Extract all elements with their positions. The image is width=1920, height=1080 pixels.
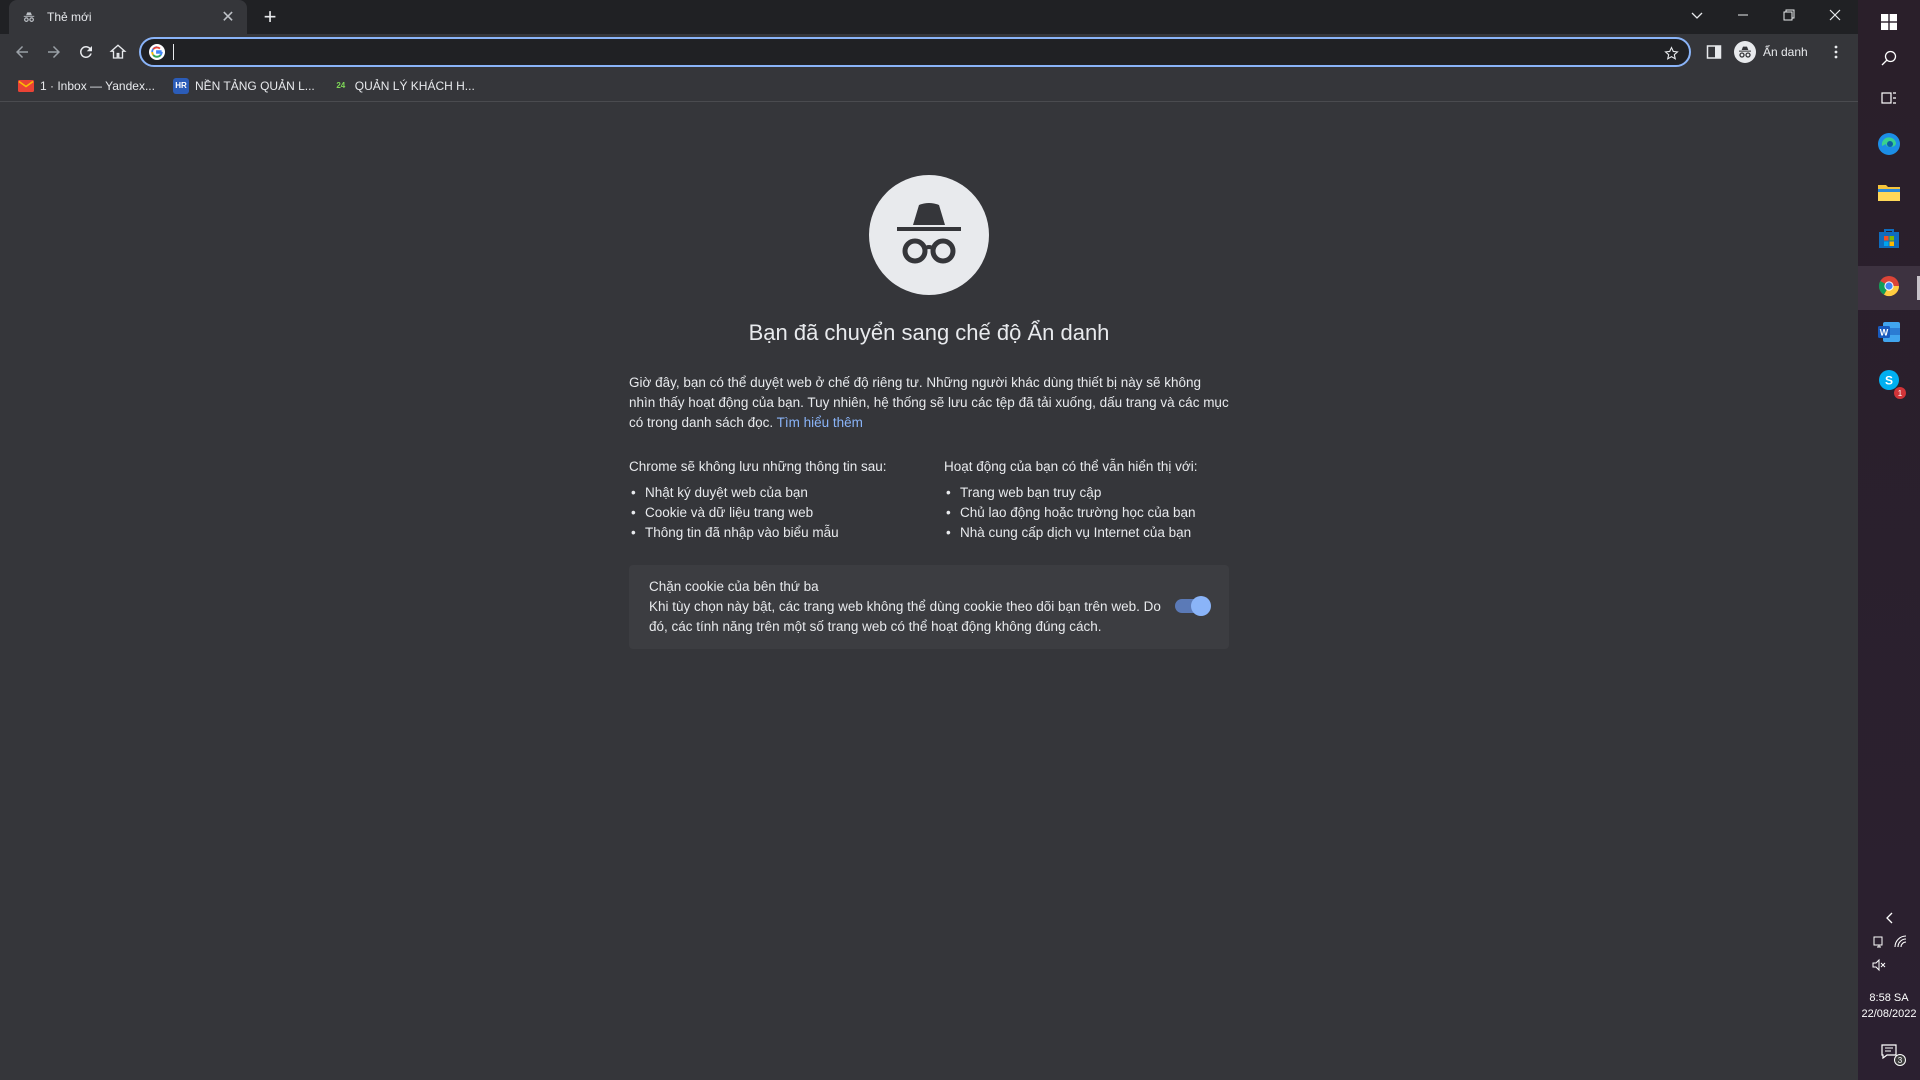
still-visible-list: Hoạt động của bạn có thể vẫn hiển thị vớ… (944, 457, 1234, 543)
task-view-button[interactable] (1858, 78, 1920, 122)
side-panel-button[interactable] (1700, 38, 1728, 66)
word-icon: W (1877, 321, 1901, 348)
list-item: Cookie và dữ liệu trang web (629, 503, 919, 523)
volume-muted-icon[interactable] (1848, 955, 1910, 975)
task-view-icon (1881, 90, 1897, 111)
home-button[interactable] (104, 38, 132, 66)
clock-date: 22/08/2022 (1861, 1008, 1917, 1020)
new-tab-button[interactable]: + (258, 4, 282, 29)
bookmarks-bar: 1 · Inbox — Yandex... HR NỀN TẢNG QUẢN L… (0, 70, 1858, 102)
chrome-window: Thẻ mới ✕ + Ẩn danh 1 · Inbox — Yandex..… (0, 0, 1858, 1080)
third-party-cookie-card: Chặn cookie của bên thứ ba Khi tùy chọn … (629, 565, 1229, 649)
address-input[interactable] (173, 42, 1653, 62)
bookmark-customer-management[interactable]: 24 QUẢN LÝ KHÁCH H... (327, 74, 481, 98)
gmail-icon (18, 78, 34, 94)
list-item: Trang web bạn truy cập (944, 483, 1234, 503)
incognito-profile-button[interactable]: Ẩn danh (1730, 38, 1816, 66)
taskbar-edge[interactable] (1858, 124, 1920, 168)
hr-icon: HR (172, 77, 189, 94)
folder-icon (1877, 182, 1901, 207)
taskbar-word[interactable]: W (1858, 312, 1920, 356)
wifi-icon[interactable] (1870, 932, 1920, 952)
tab-new-tab[interactable]: Thẻ mới ✕ (9, 0, 247, 34)
clock-time: 8:58 SA (1869, 992, 1909, 1004)
minimize-button[interactable] (1720, 0, 1766, 30)
bookmark-star-icon[interactable] (1661, 43, 1681, 63)
text-caret (173, 44, 174, 60)
24-icon: 24 (336, 81, 346, 90)
address-bar[interactable] (139, 37, 1691, 67)
reload-button[interactable] (72, 38, 100, 66)
svg-text:S: S (1885, 373, 1893, 387)
bookmark-yandex-inbox[interactable]: 1 · Inbox — Yandex... (12, 74, 161, 98)
back-button[interactable] (8, 38, 36, 66)
incognito-ntp: Bạn đã chuyển sang chế độ Ẩn danh Giờ đâ… (0, 103, 1858, 1080)
tab-title: Thẻ mới (47, 10, 92, 24)
taskbar-chrome[interactable] (1858, 266, 1920, 310)
toolbar: Ẩn danh (0, 34, 1858, 70)
tab-search-button[interactable] (1674, 0, 1720, 30)
learn-more-link[interactable]: Tìm hiểu thêm (777, 415, 863, 430)
notification-badge: 3 (1894, 1054, 1906, 1066)
still-visible-title: Hoạt động của bạn có thể vẫn hiển thị vớ… (944, 459, 1198, 474)
edge-icon (1877, 132, 1901, 161)
taskbar-file-explorer[interactable] (1858, 172, 1920, 216)
list-item: Nhật ký duyệt web của bạn (629, 483, 919, 503)
close-tab-icon[interactable]: ✕ (219, 8, 237, 26)
title-bar: Thẻ mới ✕ + (0, 0, 1858, 34)
taskbar-clock[interactable]: 8:58 SA 22/08/2022 (1858, 990, 1920, 1022)
list-item: Chủ lao động hoặc trường học của bạn (944, 503, 1234, 523)
list-item: Nhà cung cấp dịch vụ Internet của bạn (944, 523, 1234, 543)
incognito-icon (21, 9, 37, 25)
menu-button[interactable] (1822, 38, 1850, 66)
show-hidden-icons-button[interactable] (1858, 908, 1920, 928)
restore-button[interactable] (1766, 0, 1812, 30)
chrome-icon (1878, 275, 1900, 302)
search-button[interactable] (1858, 38, 1920, 82)
cookie-card-title: Chặn cookie của bên thứ ba (649, 579, 819, 594)
forward-button[interactable] (40, 38, 68, 66)
close-window-button[interactable] (1812, 0, 1858, 30)
windows-taskbar: W S 1 8:58 SA 22/08/2022 3 (1858, 0, 1920, 1080)
incognito-icon (869, 175, 989, 295)
cookie-card-description: Khi tùy chọn này bật, các trang web khôn… (649, 599, 1161, 634)
store-icon (1878, 227, 1900, 254)
toggle-knob (1191, 596, 1211, 616)
svg-text:W: W (1880, 327, 1889, 337)
page-title: Bạn đã chuyển sang chế độ Ẩn danh (748, 320, 1110, 345)
not-saved-title: Chrome sẽ không lưu những thông tin sau: (629, 459, 887, 474)
skype-badge: 1 (1894, 387, 1906, 399)
intro-paragraph: Giờ đây, bạn có thể duyệt web ở chế độ r… (629, 373, 1229, 433)
taskbar-store[interactable] (1858, 218, 1920, 262)
notification-center-button[interactable]: 3 (1858, 1040, 1920, 1066)
block-cookies-toggle[interactable] (1175, 596, 1211, 616)
intro-text: Giờ đây, bạn có thể duyệt web ở chế độ r… (629, 375, 1229, 430)
not-saved-list: Chrome sẽ không lưu những thông tin sau:… (629, 457, 919, 543)
bookmark-hr-platform[interactable]: HR NỀN TẢNG QUẢN L... (167, 74, 321, 98)
incognito-avatar-icon (1734, 41, 1756, 63)
list-item: Thông tin đã nhập vào biểu mẫu (629, 523, 919, 543)
profile-label: Ẩn danh (1763, 45, 1808, 59)
search-icon (1881, 50, 1897, 71)
taskbar-skype[interactable]: S 1 (1858, 360, 1920, 404)
google-icon (149, 44, 165, 60)
